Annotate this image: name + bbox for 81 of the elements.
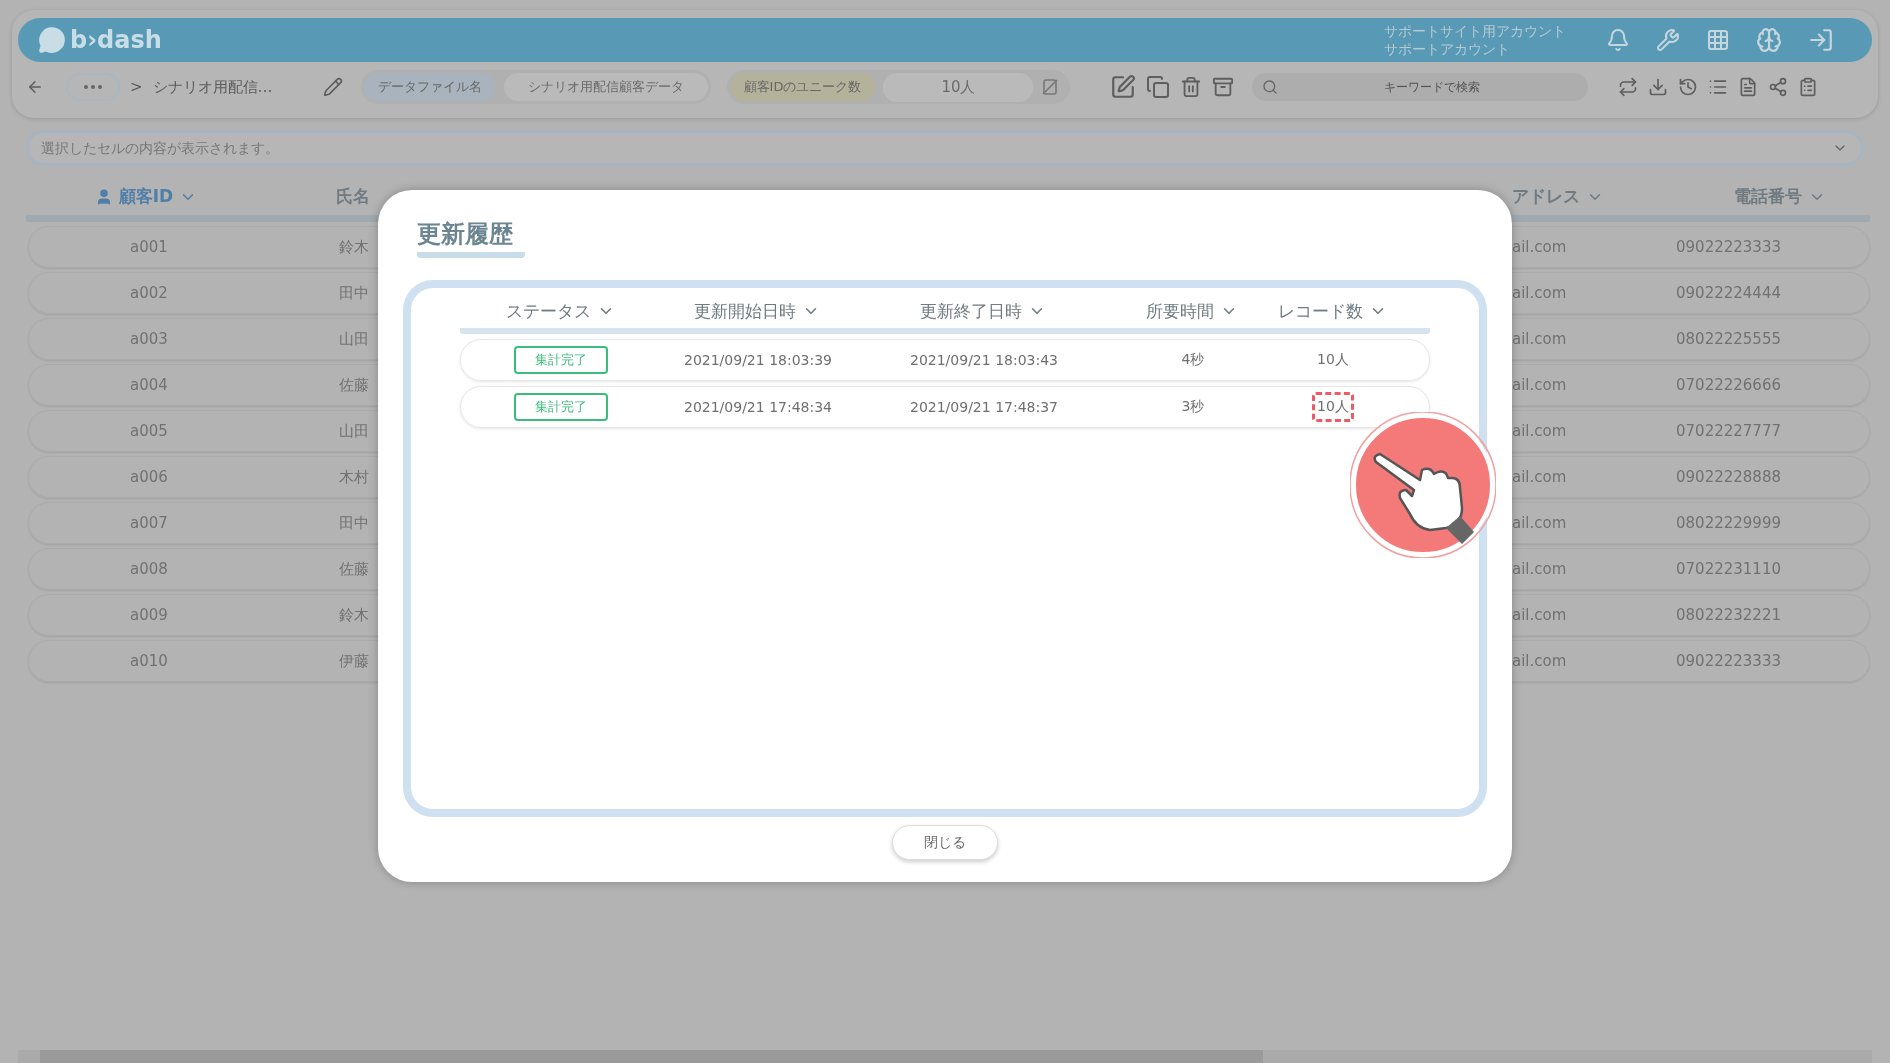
pencil-icon[interactable] bbox=[322, 77, 343, 97]
close-button[interactable]: 閉じる bbox=[892, 825, 998, 860]
more-button[interactable] bbox=[66, 73, 120, 101]
table-cell-text: ail.com bbox=[1512, 238, 1568, 256]
field-value: 10人 bbox=[883, 72, 1034, 102]
search-field[interactable]: キーワードで検索 bbox=[1252, 73, 1589, 101]
share-icon[interactable] bbox=[1768, 77, 1789, 97]
table-cell-text: ail.com bbox=[1512, 560, 1568, 578]
logout-icon[interactable] bbox=[1808, 27, 1834, 53]
archive-icon[interactable] bbox=[1212, 76, 1235, 98]
table-cell-text: a007 bbox=[129, 514, 169, 532]
table-cell-text: ail.com bbox=[1512, 422, 1568, 440]
record-count: 10人 bbox=[1312, 392, 1354, 422]
table-cell-text: a002 bbox=[129, 284, 169, 302]
breadcrumb-item[interactable]: シナリオ用配信… bbox=[152, 77, 273, 97]
logo: b›dash bbox=[38, 26, 162, 54]
table-cell-text: a003 bbox=[129, 330, 169, 348]
copy-icon[interactable] bbox=[1146, 75, 1171, 99]
table-cell-text: 山田 bbox=[339, 329, 370, 349]
table-cell-text: 木村 bbox=[339, 467, 370, 487]
table-cell-text: a010 bbox=[129, 652, 169, 670]
document-icon[interactable] bbox=[1738, 77, 1759, 97]
table-cell-text: a008 bbox=[129, 560, 169, 578]
repeat-icon[interactable] bbox=[1618, 77, 1639, 97]
search-icon bbox=[1262, 79, 1279, 95]
field-label: データファイル名 bbox=[363, 73, 496, 101]
account-name: サポートアカウント bbox=[1384, 40, 1511, 58]
apps-grid-icon[interactable] bbox=[1706, 28, 1730, 52]
table-cell: 2021/09/21 17:48:34 bbox=[684, 399, 832, 415]
table-cell-text: 08022225555 bbox=[1676, 330, 1782, 348]
table-cell-text: ail.com bbox=[1512, 514, 1568, 532]
scroll-thumb[interactable] bbox=[40, 1050, 1263, 1063]
table-cell-text: 伊藤 bbox=[339, 651, 370, 671]
table-cell-text: 09022228888 bbox=[1676, 468, 1782, 486]
trash-icon[interactable] bbox=[1180, 76, 1203, 98]
dialog-title: 更新履歴 bbox=[417, 218, 525, 258]
table-cell-text: ail.com bbox=[1512, 330, 1568, 348]
table-cell-text: 佐藤 bbox=[339, 375, 370, 395]
table-cell-text: 田中 bbox=[339, 283, 370, 303]
table-cell-text: 山田 bbox=[339, 421, 370, 441]
bell-icon[interactable] bbox=[1606, 28, 1630, 52]
table-cell-text: ail.com bbox=[1512, 652, 1568, 670]
table-cell-text: 07022231110 bbox=[1676, 560, 1782, 578]
table-cell-text: 田中 bbox=[339, 513, 370, 533]
status-badge: 集計完了 bbox=[514, 346, 608, 374]
edit-icon[interactable] bbox=[1110, 74, 1137, 100]
list-icon[interactable] bbox=[1708, 77, 1729, 97]
table-cell-text: 07022227777 bbox=[1676, 422, 1782, 440]
table-cell-text: 08022232221 bbox=[1676, 606, 1782, 624]
table-cell-text: a001 bbox=[129, 238, 169, 256]
table-cell-text: a006 bbox=[129, 468, 169, 486]
clipboard-icon[interactable] bbox=[1798, 77, 1819, 97]
table-cell-text: ail.com bbox=[1512, 376, 1568, 394]
scroll-bar[interactable] bbox=[18, 1050, 1872, 1063]
status-badge: 集計完了 bbox=[514, 393, 608, 421]
field-label: 顧客IDのユニーク数 bbox=[729, 73, 876, 101]
table-cell-text: a005 bbox=[129, 422, 169, 440]
download-icon[interactable] bbox=[1648, 77, 1669, 97]
table-cell-text: a009 bbox=[129, 606, 169, 624]
wrench-icon[interactable] bbox=[1656, 28, 1680, 52]
table-cell-text: 07022226666 bbox=[1676, 376, 1782, 394]
table-cell-text: 09022224444 bbox=[1676, 284, 1782, 302]
cell-content-field[interactable]: 選択したセルの内容が表示されます。 bbox=[26, 130, 1864, 166]
account-name: サポートサイト用アカウント bbox=[1384, 22, 1566, 40]
table-cell-text: 鈴木 bbox=[339, 605, 370, 625]
table-cell-text: a004 bbox=[129, 376, 169, 394]
table-cell-text: 佐藤 bbox=[339, 559, 370, 579]
table-cell-text: ail.com bbox=[1512, 606, 1568, 624]
table-cell-text: 08022229999 bbox=[1676, 514, 1782, 532]
dots-icon bbox=[84, 85, 102, 89]
table-cell-text: ail.com bbox=[1512, 284, 1568, 302]
brain-icon[interactable] bbox=[1756, 27, 1782, 53]
table-cell-text: 09022223333 bbox=[1676, 238, 1782, 256]
table-cell-text: 09022223333 bbox=[1676, 652, 1782, 670]
history-icon[interactable] bbox=[1678, 77, 1699, 97]
breadcrumb-separator: > bbox=[130, 78, 143, 96]
table-cell: 3秒 bbox=[1181, 398, 1205, 416]
table-cell: 2021/09/21 17:48:37 bbox=[910, 399, 1058, 415]
field-value: シナリオ用配信顧客データ bbox=[503, 73, 708, 101]
table-cell-text: ail.com bbox=[1512, 468, 1568, 486]
table-cell-text: 鈴木 bbox=[339, 237, 370, 257]
